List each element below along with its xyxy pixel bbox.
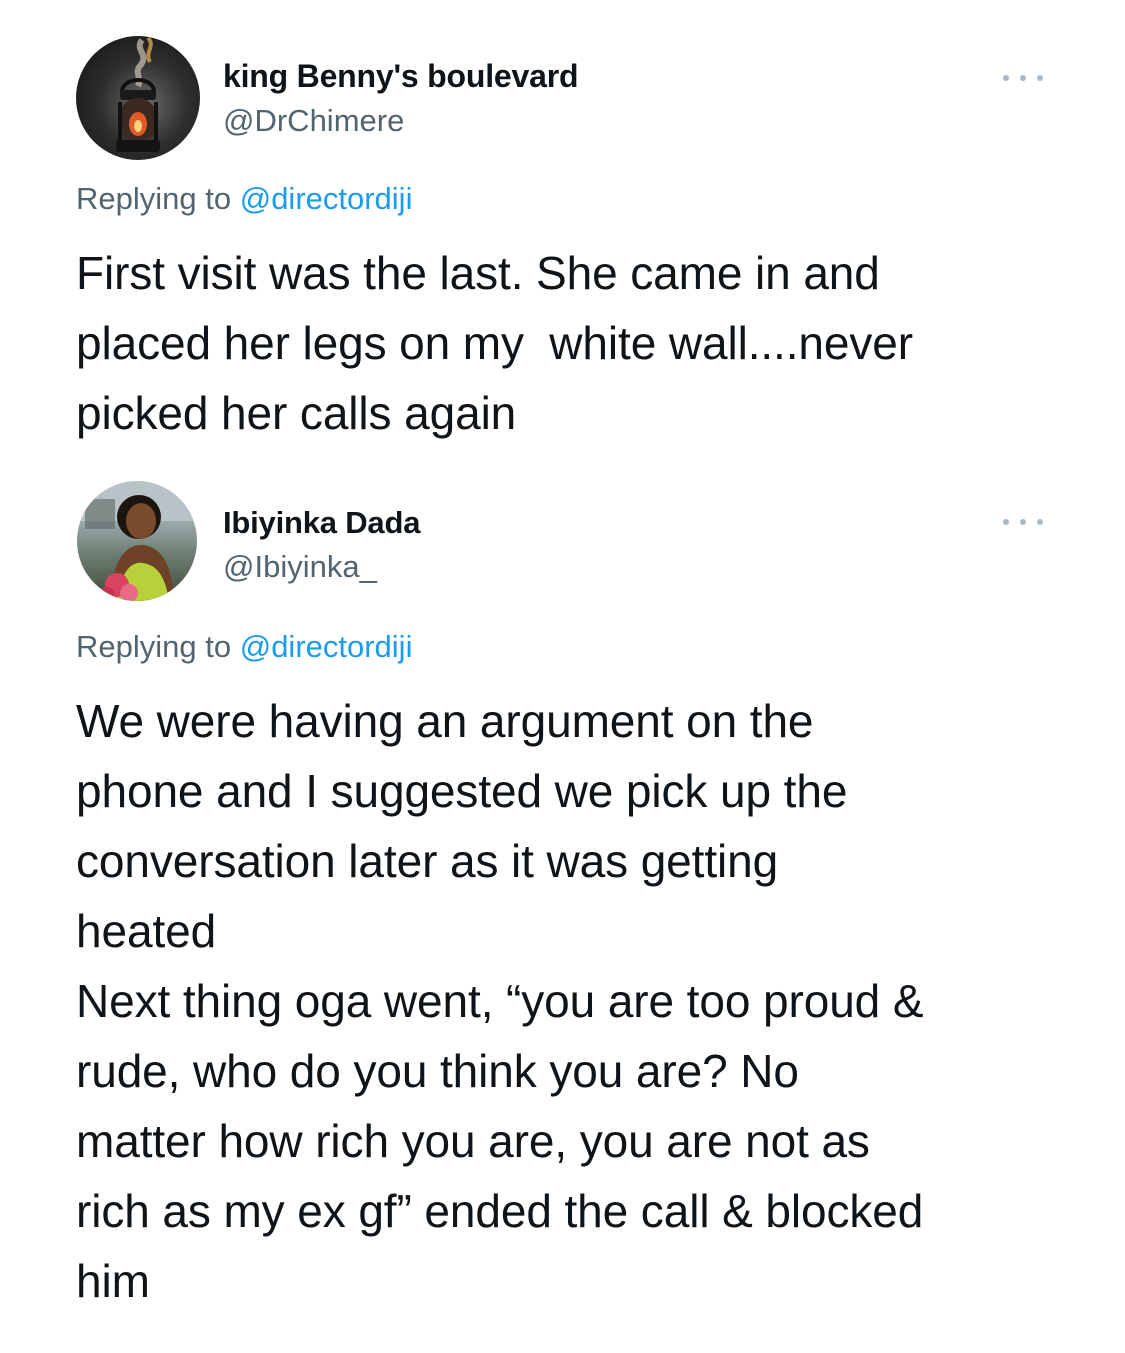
dot [1003, 75, 1009, 81]
tweet-text: First visit was the last. She came in an… [76, 247, 913, 439]
mention-link[interactable]: @directordiji [240, 181, 413, 216]
dot [1037, 519, 1043, 525]
display-name[interactable]: king Benny's boulevard [223, 56, 578, 96]
user-handle[interactable]: @DrChimere [223, 102, 404, 140]
mention-link[interactable]: @directordiji [240, 629, 413, 664]
replying-to: Replying to @directordiji [76, 180, 412, 218]
dot [1037, 75, 1043, 81]
replying-to: Replying to @directordiji [76, 628, 412, 666]
dot [1020, 519, 1026, 525]
more-options-icon[interactable] [1003, 516, 1043, 528]
user-handle[interactable]: @Ibiyinka_ [223, 548, 377, 586]
display-name[interactable]: Ibiyinka Dada [223, 503, 420, 543]
dot [1003, 519, 1009, 525]
replying-label: Replying to [76, 629, 240, 664]
tweet-text: We were having an argument on the phone … [76, 695, 924, 1307]
dot [1020, 75, 1026, 81]
replying-label: Replying to [76, 181, 240, 216]
profile-photo [77, 481, 197, 601]
avatar[interactable] [77, 481, 197, 601]
avatar[interactable] [76, 36, 200, 160]
lantern-icon [116, 36, 160, 152]
more-options-icon[interactable] [1003, 72, 1043, 84]
